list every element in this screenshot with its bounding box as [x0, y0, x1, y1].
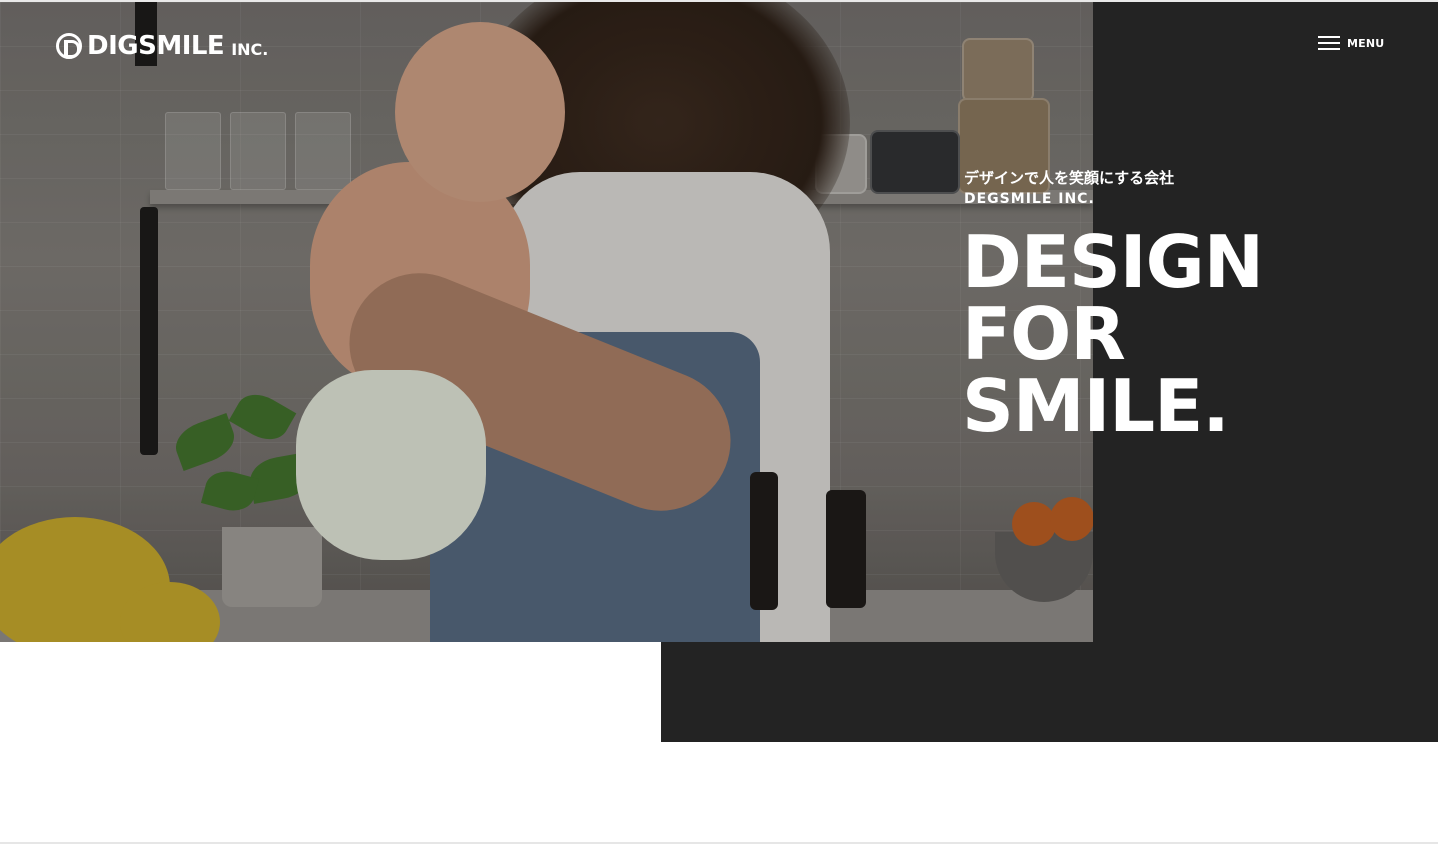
- logo-d-icon: [56, 33, 82, 59]
- page: DIGSMILE INC. MENU デザインで人を笑顔にする会社 DEGSMI…: [0, 0, 1438, 844]
- headline-line: SMILE.: [962, 364, 1230, 448]
- menu-button[interactable]: MENU: [1318, 33, 1384, 53]
- headline-line: FOR: [962, 292, 1126, 376]
- tagline-english: DEGSMILE INC.: [964, 191, 1095, 207]
- tagline-japanese: デザインで人を笑顔にする会社: [964, 169, 1175, 187]
- image-overlay: [0, 2, 1093, 642]
- dark-panel-extension: [661, 642, 1438, 742]
- hamburger-icon: [1318, 36, 1340, 50]
- logo-suffix: INC.: [231, 39, 269, 59]
- logo-name: DIGSMILE: [87, 31, 225, 61]
- hero-headline: DESIGN FOR SMILE.: [962, 220, 1264, 448]
- headline-line: DESIGN: [962, 220, 1264, 304]
- site-logo[interactable]: DIGSMILE INC.: [56, 30, 268, 62]
- hero-image: [0, 2, 1093, 642]
- menu-label: MENU: [1347, 36, 1385, 50]
